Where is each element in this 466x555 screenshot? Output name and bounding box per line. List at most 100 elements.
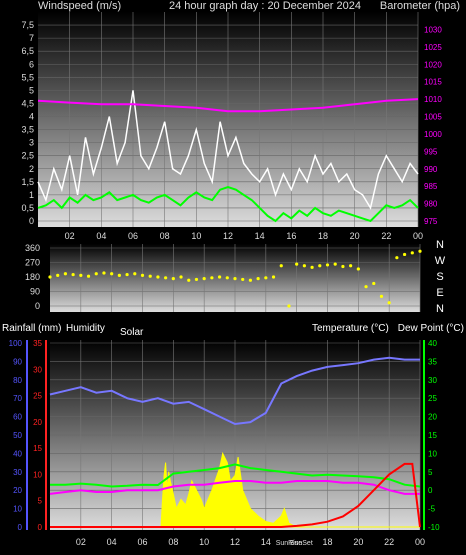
direction-point — [110, 272, 114, 276]
direction-point — [79, 273, 83, 277]
direction-y-tick-label: 0 — [35, 301, 40, 311]
wind-y-tick-label: 5 — [29, 85, 34, 95]
wind-baro-panel: Windspeed (m/s) 24 hour graph day : 20 D… — [21, 0, 460, 241]
rain-y-tick-label: 25 — [33, 392, 42, 401]
wind-y-tick-label: 1 — [29, 190, 34, 200]
direction-point — [125, 272, 129, 277]
humidity-axis-label: Humidity — [66, 323, 105, 334]
direction-panel: 090180270360 NWSEN — [25, 239, 446, 315]
direction-point — [202, 277, 206, 281]
direction-point — [71, 272, 75, 277]
direction-point — [310, 265, 314, 269]
humidity-y-tick-label: 60 — [13, 413, 22, 422]
wind-axis-label: Windspeed (m/s) — [38, 0, 121, 12]
direction-point — [248, 278, 253, 282]
solar-axis-label: Solar — [120, 327, 144, 338]
wind-y-tick-label: 4 — [29, 112, 34, 122]
direction-point — [372, 281, 376, 286]
baro-y-tick-label: 1000 — [424, 130, 442, 139]
direction-y-tick-label: 270 — [25, 258, 40, 268]
temp-rain-x-tick-label: SunSet — [290, 540, 313, 547]
compass-label: E — [436, 287, 443, 299]
direction-point — [164, 276, 168, 280]
wind-y-tick-label: 7 — [29, 33, 34, 43]
weather-graph: Windspeed (m/s) 24 hour graph day : 20 D… — [2, 0, 464, 547]
direction-point — [187, 278, 191, 282]
direction-point — [395, 256, 399, 260]
wind-x-tick-label: 08 — [160, 231, 170, 241]
direction-point — [140, 273, 145, 277]
direction-point — [325, 263, 330, 267]
baro-y-tick-label: 1005 — [424, 113, 442, 122]
direction-point — [56, 273, 60, 277]
wind-y-tick-label: 6 — [29, 59, 34, 69]
humidity-y-tick-label: 90 — [13, 357, 22, 366]
direction-point — [364, 285, 368, 289]
compass-labels: NWSEN — [435, 239, 446, 315]
temp-rain-x-tick-label: 02 — [76, 537, 86, 547]
direction-point — [171, 277, 175, 281]
humidity-y-tick-label: 0 — [18, 523, 23, 532]
wind-y-tick-label: 4,5 — [21, 98, 34, 108]
direction-point — [264, 276, 268, 280]
direction-point — [356, 267, 360, 271]
direction-point — [241, 277, 245, 282]
humidity-y-tick-label: 80 — [13, 376, 22, 385]
wind-y-tick-label: 2 — [29, 164, 34, 174]
wind-y-tick-label: 0 — [29, 216, 34, 226]
temperature-y-tick-label: 15 — [428, 431, 437, 440]
direction-point — [148, 274, 152, 278]
baro-axis-label: Barometer (hpa) — [380, 0, 460, 12]
baro-y-tick-label: 995 — [424, 147, 438, 156]
direction-y-tick-label: 360 — [25, 243, 40, 253]
baro-y-ticks: 975 980 985 990 995 1000 1005 1010 1015 1020 1025 1… — [424, 25, 442, 226]
baro-y-tick-label: 1010 — [424, 95, 442, 104]
wind-y-tick-label: 7,5 — [21, 20, 34, 30]
direction-point — [287, 304, 291, 308]
wind-x-tick-label: 22 — [381, 231, 391, 241]
wind-y-tick-label: 3 — [29, 138, 34, 148]
direction-point — [156, 275, 160, 279]
rainfall-axis-label: Rainfall (mm) — [2, 323, 61, 334]
temp-rain-panel: Rainfall (mm) Humidity Solar Temperature… — [2, 323, 464, 547]
humidity-y-tick-label: 100 — [9, 339, 23, 348]
temp-rain-x-tick-label: 00 — [415, 537, 425, 547]
direction-point — [318, 264, 322, 268]
wind-x-tick-label: 00 — [413, 231, 423, 241]
direction-point — [410, 251, 414, 255]
compass-label: W — [435, 255, 446, 267]
temp-rain-x-tick-label: 14 — [261, 537, 271, 547]
compass-label: N — [436, 303, 444, 315]
direction-y-tick-label: 90 — [30, 287, 40, 297]
direction-point — [349, 264, 353, 268]
temperature-y-tick-label: -10 — [428, 523, 440, 532]
direction-point — [302, 264, 306, 268]
baro-y-tick-label: 990 — [424, 165, 438, 174]
dewpoint-axis-label: Dew Point (°C) — [398, 323, 464, 334]
direction-point — [102, 271, 106, 275]
wind-y-tick-label: 5,5 — [21, 72, 34, 82]
humidity-y-tick-label: 10 — [13, 505, 22, 514]
temp-rain-x-tick-label: 06 — [137, 537, 147, 547]
temperature-y-tick-label: 0 — [428, 486, 433, 495]
direction-y-ticks: 0 90 180 270 360 — [25, 243, 40, 311]
baro-y-tick-label: 1025 — [424, 43, 442, 52]
wind-x-tick-label: 18 — [318, 231, 328, 241]
wind-x-tick-label: 20 — [350, 231, 360, 241]
temperature-y-tick-label: 5 — [428, 468, 433, 477]
compass-label: N — [436, 239, 444, 251]
direction-point — [210, 276, 214, 280]
temperature-y-tick-label: 10 — [428, 449, 437, 458]
temperature-y-tick-label: 40 — [428, 339, 437, 348]
rain-y-tick-label: 30 — [33, 365, 42, 374]
humidity-y-tick-label: 40 — [13, 449, 22, 458]
rain-y-tick-label: 0 — [38, 523, 43, 532]
direction-point — [194, 277, 199, 282]
temp-rain-x-tick-label: 10 — [199, 537, 209, 547]
baro-y-tick-label: 980 — [424, 200, 438, 209]
rain-y-tick-label: 15 — [33, 444, 42, 453]
direction-point — [333, 262, 337, 266]
wind-y-tick-label: 0,5 — [21, 203, 34, 213]
temperature-y-tick-label: 35 — [428, 357, 437, 366]
direction-point — [279, 264, 283, 268]
